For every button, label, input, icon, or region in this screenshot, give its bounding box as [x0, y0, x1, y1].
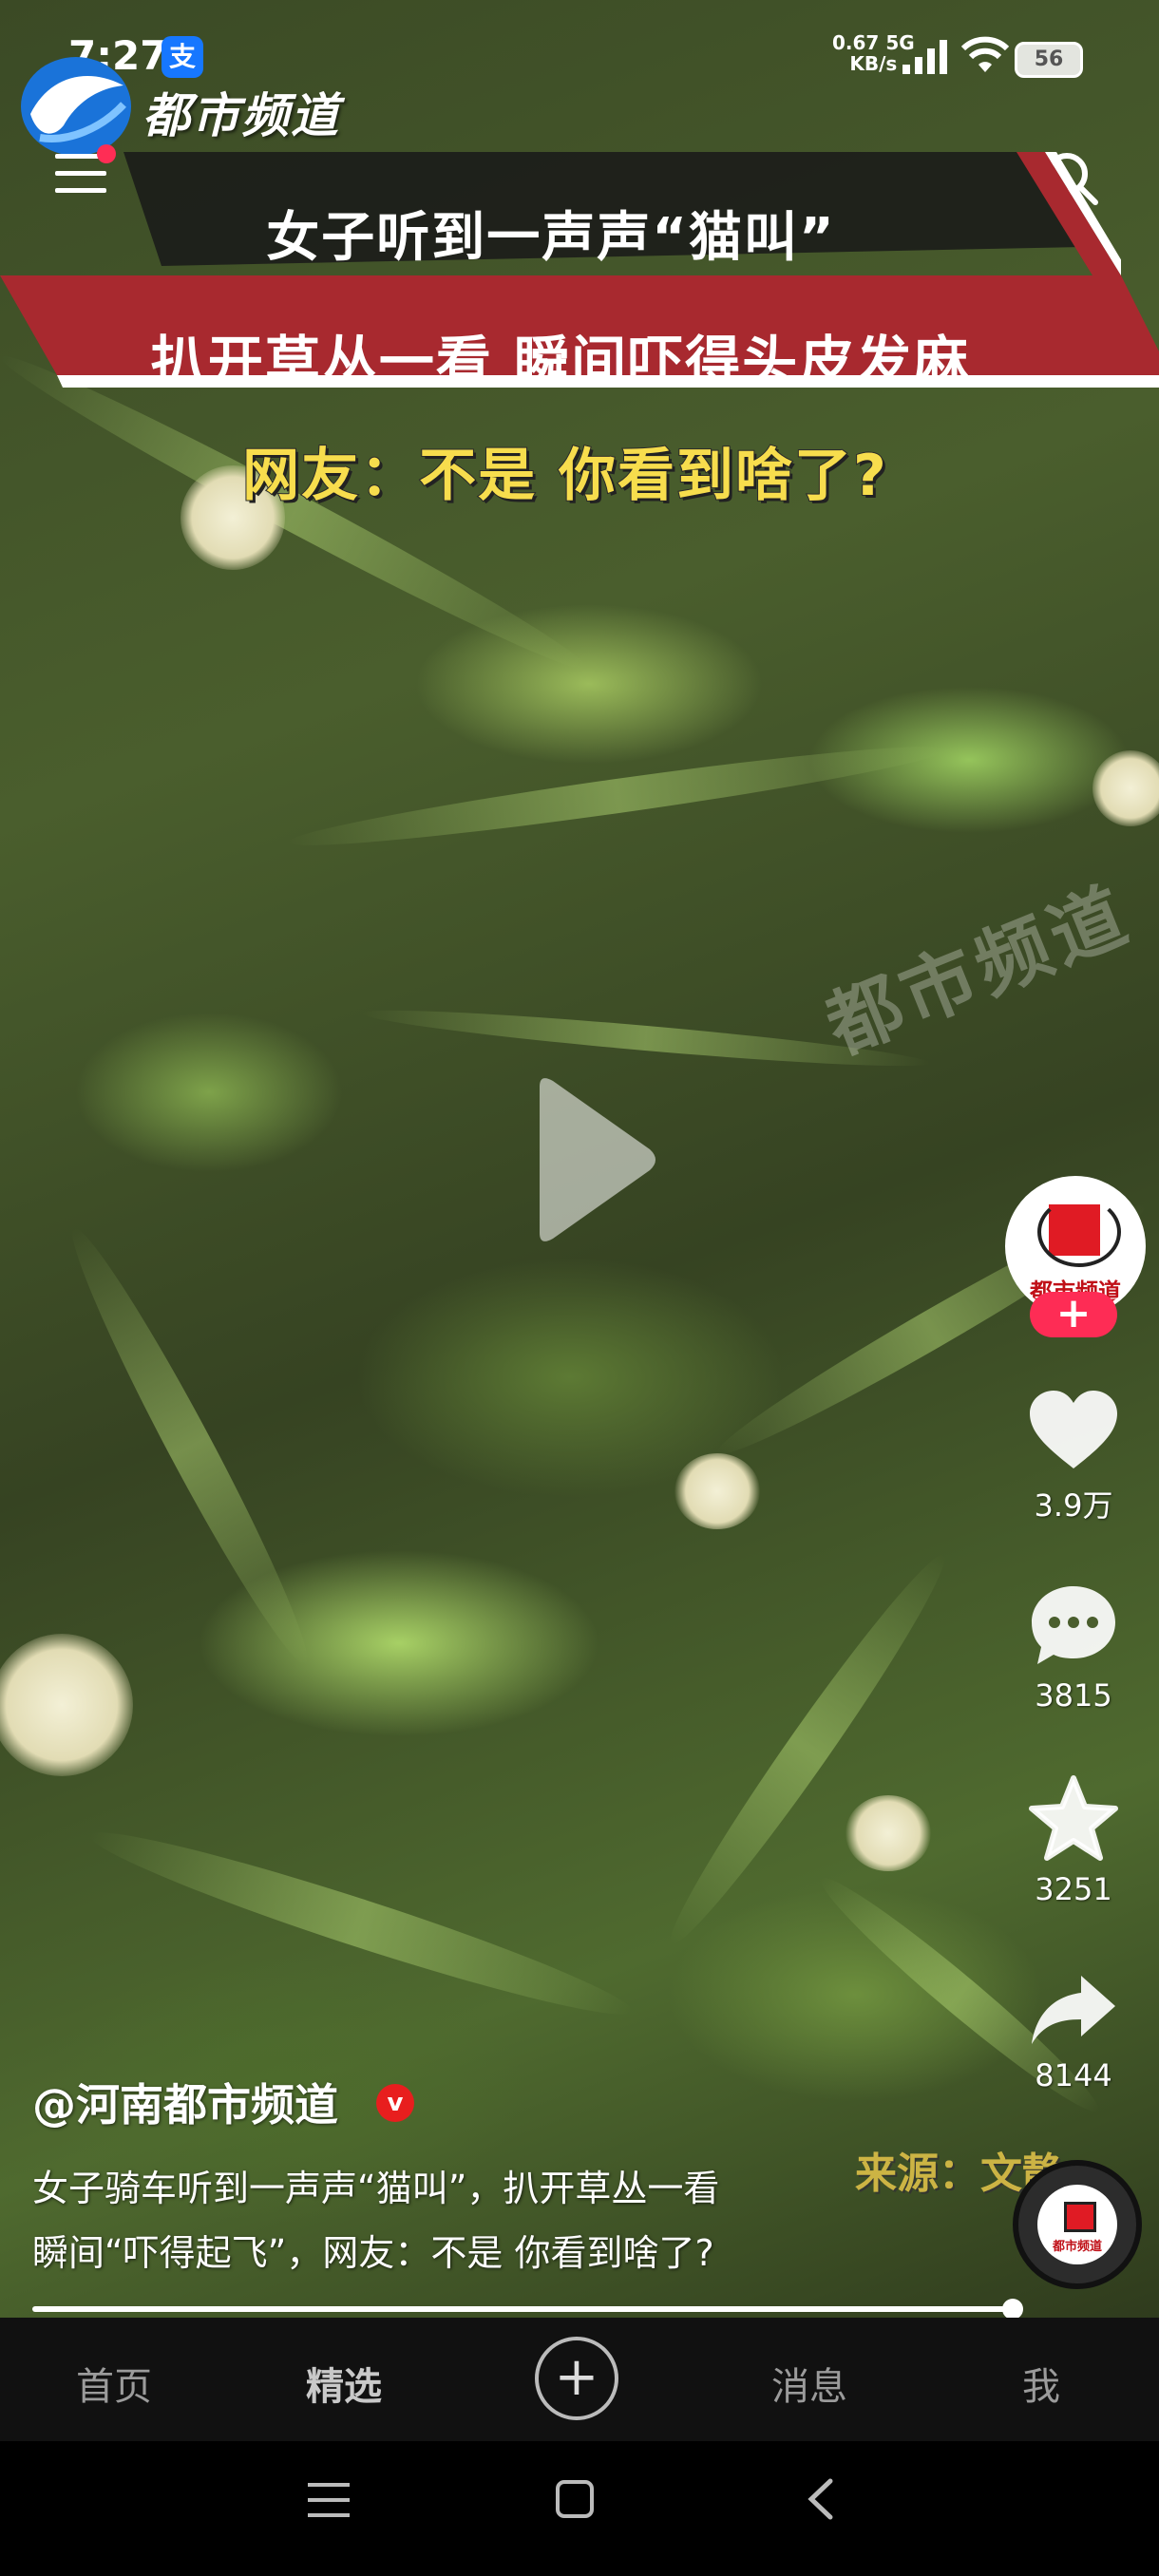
- video-title-line1: 女子听到一声声“猫叫”: [266, 207, 836, 269]
- share-icon: [1032, 1976, 1115, 2044]
- heart-icon: [1030, 1391, 1117, 1468]
- comment-count: 3815: [1035, 1677, 1112, 1714]
- back-nav-icon[interactable]: [806, 2477, 834, 2521]
- tab-home[interactable]: 首页: [76, 2356, 152, 2411]
- share-button[interactable]: 8144: [1007, 1972, 1140, 2093]
- like-button[interactable]: 3.9万: [1007, 1389, 1140, 1525]
- comment-icon: [1032, 1586, 1115, 1664]
- favorite-button[interactable]: 3251: [1007, 1774, 1140, 1907]
- system-nav-bar: [0, 2441, 1159, 2576]
- channel-logo-text: 都市频道: [142, 88, 340, 143]
- avatar-ring: [1037, 1197, 1121, 1267]
- playback-progress-bar[interactable]: [32, 2306, 1013, 2312]
- description-line2[interactable]: 瞬间“吓得起飞”，网友：不是 你看到啥了?: [32, 2225, 868, 2282]
- music-disc-logo: 都市频道: [1037, 2185, 1117, 2264]
- tab-messages[interactable]: 消息: [771, 2356, 847, 2411]
- author-name[interactable]: @河南都市频道: [32, 2071, 338, 2133]
- comment-button[interactable]: 3815: [1007, 1582, 1140, 1714]
- channel-logo-icon: [21, 57, 131, 156]
- home-nav-icon[interactable]: [555, 2479, 595, 2519]
- music-disc-text: 都市频道: [1052, 2240, 1102, 2254]
- alipay-notification-icon: 支: [162, 36, 203, 78]
- wifi-icon: [961, 36, 1009, 72]
- follow-button[interactable]: +: [1030, 1292, 1117, 1337]
- favorite-count: 3251: [1035, 1871, 1112, 1907]
- net-speed-value: 0.67: [832, 31, 880, 54]
- tab-me[interactable]: 我: [1022, 2356, 1060, 2411]
- like-count: 3.9万: [1034, 1487, 1113, 1524]
- video-subtitle: 网友：不是 你看到啥了?: [241, 442, 888, 510]
- verified-badge-icon: v: [376, 2084, 414, 2122]
- battery-icon: 56: [1015, 42, 1083, 78]
- star-icon: [1029, 1775, 1118, 1861]
- music-disc-logo-mark: [1064, 2202, 1096, 2232]
- music-disc[interactable]: 都市频道: [1013, 2160, 1142, 2289]
- video-title-line2: 扒开草丛一看 瞬间吓得头皮发麻: [150, 330, 971, 394]
- play-icon[interactable]: [521, 1070, 663, 1250]
- playback-progress-handle[interactable]: [1002, 2299, 1023, 2320]
- create-button[interactable]: +: [535, 2337, 618, 2420]
- description-line1[interactable]: 女子骑车听到一声声“猫叫”，扒开草丛一看: [32, 2160, 868, 2217]
- share-count: 8144: [1035, 2057, 1112, 2093]
- signal-icon: [902, 40, 947, 74]
- tab-featured[interactable]: 精选: [306, 2356, 382, 2411]
- recent-apps-icon[interactable]: [308, 2481, 350, 2519]
